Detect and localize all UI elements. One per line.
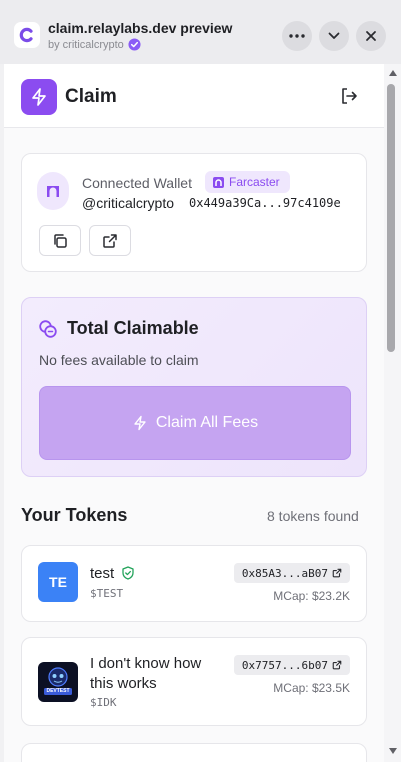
- token-card[interactable]: [21, 743, 367, 762]
- scroll-up-arrow-icon[interactable]: [389, 70, 397, 76]
- miniapp-topbar: claim.relaylabs.dev preview by criticalc…: [0, 0, 401, 64]
- close-icon: [366, 31, 376, 41]
- token-name-text: test: [90, 565, 115, 582]
- coins-icon: [39, 320, 57, 338]
- token-symbol: $IDK: [90, 696, 117, 709]
- tokens-count: 8 tokens found: [267, 508, 359, 524]
- token-symbol: $TEST: [90, 587, 124, 600]
- wallet-address: 0x449a39Ca...97c4109e: [189, 196, 341, 210]
- shield-check-icon: [122, 566, 135, 580]
- token-mcap: MCap: $23.2K: [273, 589, 350, 603]
- devtest-logo-icon: [44, 667, 72, 695]
- farcaster-icon: [213, 176, 224, 188]
- app-header: Claim: [4, 64, 384, 128]
- claim-all-fees-label: Claim All Fees: [155, 414, 259, 431]
- miniapp-author: by criticalcrypto: [48, 38, 141, 51]
- copy-address-button[interactable]: [39, 225, 81, 256]
- chevron-down-icon: [328, 32, 340, 39]
- wallet-label: Connected Wallet: [82, 175, 192, 191]
- connected-wallet-card: Connected Wallet Farcaster @criticalcryp…: [21, 153, 367, 272]
- farcaster-badge: Farcaster: [205, 171, 290, 193]
- miniapp-content: Claim Connected Wallet Farcaster @critic…: [4, 64, 384, 762]
- external-link-icon: [103, 233, 117, 248]
- miniapp-frame: claim.relaylabs.dev preview by criticalc…: [0, 0, 401, 762]
- tokens-heading: Your Tokens: [21, 505, 128, 525]
- page-title: Claim: [65, 86, 117, 107]
- token-mcap: MCap: $23.5K: [273, 681, 350, 695]
- miniapp-title: claim.relaylabs.dev preview: [48, 20, 233, 36]
- close-button[interactable]: [356, 21, 386, 51]
- scrollbar[interactable]: [384, 64, 401, 762]
- miniapp-author-text: by criticalcrypto: [48, 38, 124, 51]
- app-logo-icon: [14, 22, 40, 48]
- scroll-down-arrow-icon[interactable]: [389, 748, 397, 754]
- collapse-button[interactable]: [319, 21, 349, 51]
- token-logo: TE: [38, 562, 78, 602]
- verified-badge-icon: [128, 38, 141, 51]
- claim-all-fees-button[interactable]: Claim All Fees: [39, 386, 351, 460]
- external-link-icon: [332, 660, 342, 670]
- devtest-logo-label: DEVTEST: [46, 688, 70, 694]
- token-address: 0x85A3...aB07: [241, 566, 328, 580]
- token-address: 0x7757...6b07: [241, 658, 328, 672]
- token-address-chip[interactable]: 0x85A3...aB07: [233, 563, 350, 583]
- external-link-icon: [332, 568, 342, 578]
- farcaster-avatar-icon: [37, 172, 69, 210]
- more-options-button[interactable]: [282, 21, 312, 51]
- claimable-status: No fees available to claim: [39, 352, 199, 368]
- token-address-chip[interactable]: 0x7757...6b07: [233, 655, 350, 675]
- token-name: test: [90, 564, 135, 584]
- claimable-title: Total Claimable: [67, 318, 199, 338]
- open-explorer-button[interactable]: [89, 225, 131, 256]
- lightning-icon: [134, 415, 146, 431]
- lightning-logo-icon: [21, 79, 57, 115]
- scrollbar-thumb[interactable]: [387, 84, 395, 352]
- ellipsis-icon: [289, 34, 305, 38]
- token-logo: DEVTEST: [38, 662, 78, 702]
- total-claimable-card: Total Claimable No fees available to cla…: [21, 297, 367, 477]
- token-name: I don't know how this works: [90, 655, 202, 692]
- logout-icon[interactable]: [339, 86, 359, 106]
- copy-icon: [54, 233, 67, 248]
- farcaster-badge-label: Farcaster: [229, 175, 280, 189]
- token-card[interactable]: TE test $TEST 0x85A3...aB07 MCap: $23.2K: [21, 545, 367, 622]
- wallet-handle: @criticalcrypto: [82, 195, 175, 211]
- token-card[interactable]: DEVTEST I don't know how this works $IDK…: [21, 637, 367, 726]
